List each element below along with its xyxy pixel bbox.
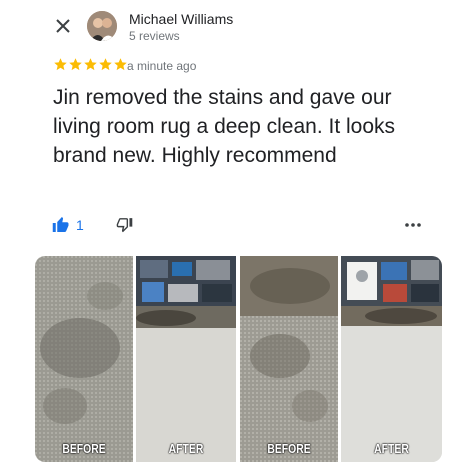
more-horizontal-icon[interactable] — [402, 217, 424, 233]
review-timestamp: a minute ago — [127, 59, 197, 73]
star-icon — [69, 58, 82, 71]
dislike-button[interactable] — [116, 216, 133, 238]
photo-caption: BEFORE — [62, 441, 106, 456]
review-photo-4[interactable]: AFTER — [341, 256, 442, 462]
before-photo-image — [35, 256, 133, 462]
review-photo-3[interactable]: BEFORE — [240, 256, 338, 462]
review-text: Jin removed the stains and gave our livi… — [53, 86, 396, 167]
thumbs-up-icon — [52, 217, 69, 232]
photo-caption: AFTER — [374, 441, 409, 456]
like-button[interactable]: 1 — [52, 216, 84, 233]
like-count: 1 — [76, 216, 84, 233]
photo-caption: BEFORE — [267, 441, 311, 456]
star-icon — [54, 58, 67, 71]
photo-caption: AFTER — [168, 441, 204, 456]
star-icon — [84, 58, 97, 71]
star-icon — [99, 58, 112, 71]
review-photo-1[interactable]: BEFORE — [35, 256, 133, 462]
close-icon[interactable] — [52, 15, 74, 37]
before-photo-image — [240, 256, 338, 462]
avatar[interactable] — [87, 11, 117, 41]
star-icon — [114, 58, 127, 71]
author-review-count: 5 reviews — [129, 29, 180, 43]
thumbs-down-icon — [116, 218, 133, 233]
star-rating — [53, 57, 128, 72]
review-photo-2[interactable]: AFTER — [136, 256, 236, 462]
after-photo-image — [136, 256, 236, 462]
author-name[interactable]: Michael Williams — [129, 11, 233, 27]
after-photo-image — [341, 256, 442, 462]
